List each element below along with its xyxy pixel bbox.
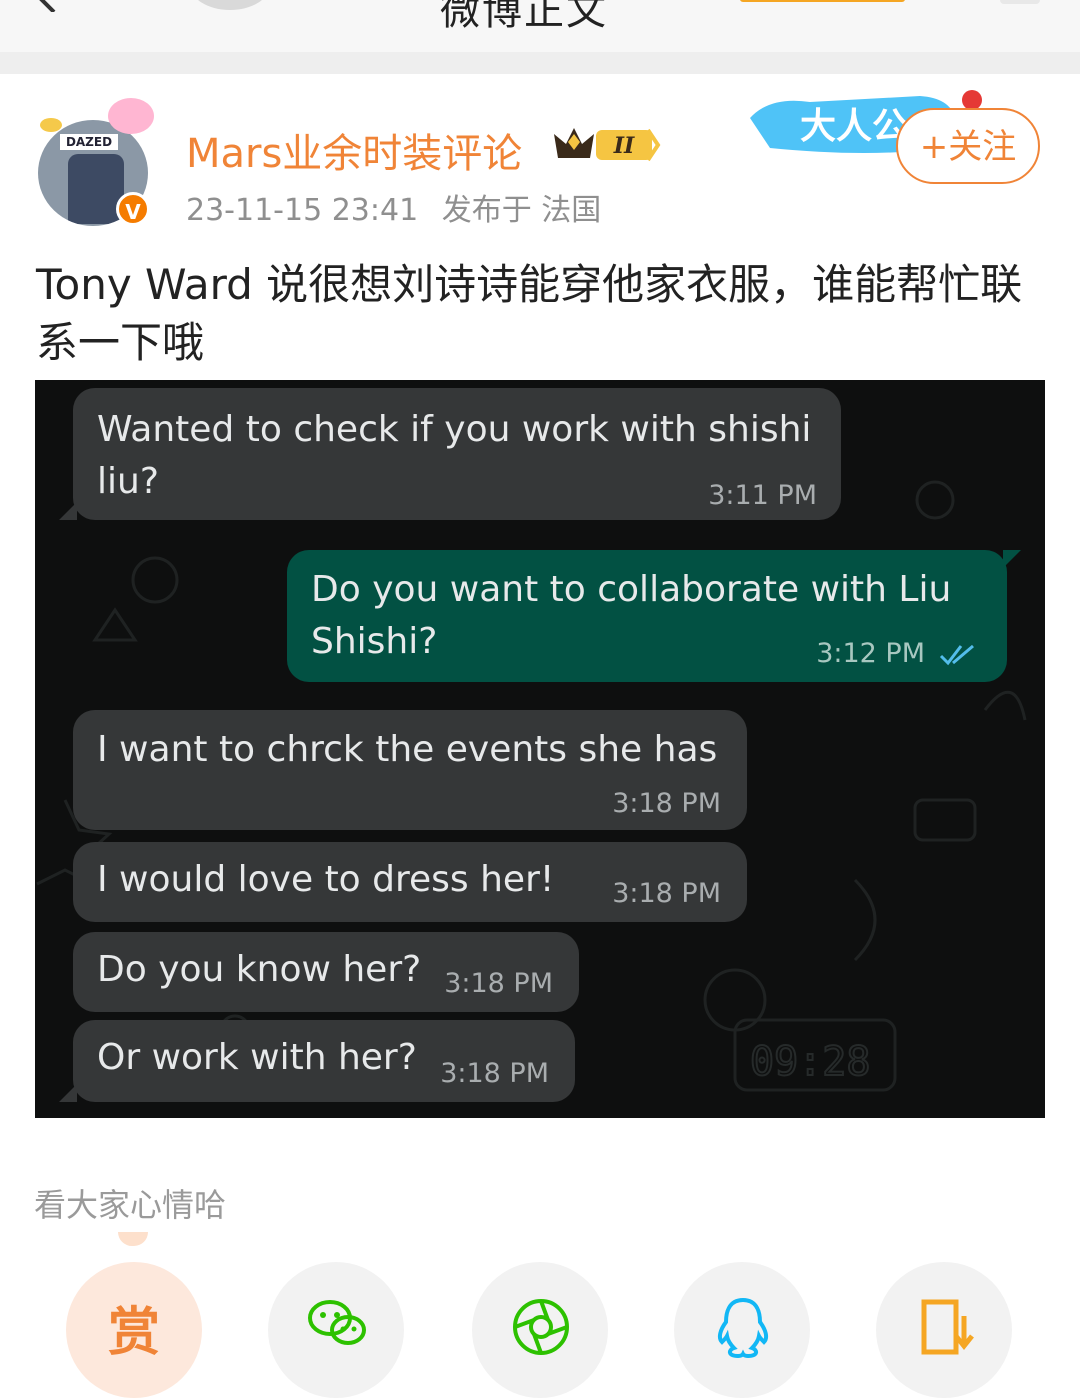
post-body-text: Tony Ward 说很想刘诗诗能穿他家衣服，谁能帮忙联系一下哦 <box>36 260 1023 367</box>
vip-crown-badge-icon[interactable]: II <box>552 124 662 164</box>
qq-icon <box>717 1297 769 1359</box>
more-options-icon[interactable] <box>1000 0 1040 4</box>
verified-badge-icon: V <box>116 192 150 226</box>
incoming-message[interactable]: Or work with her? 3:18 PM <box>59 1020 575 1102</box>
message-time: 3:18 PM <box>440 1058 549 1089</box>
message-time: 3:12 PM <box>816 638 925 669</box>
author-name[interactable]: Mars业余时装评论 <box>186 121 522 179</box>
double-check-read-icon <box>939 644 974 666</box>
header-accent-bar <box>740 0 905 2</box>
message-text: Wanted to check if you work with shishi … <box>97 409 812 502</box>
message-time: 3:11 PM <box>708 480 817 511</box>
post-meta: 23-11-15 23:41 发布于 法国 <box>186 185 615 229</box>
share-moments-button[interactable] <box>472 1262 608 1398</box>
message-time: 3:18 PM <box>612 788 721 819</box>
chat-screenshot: 09:28 Wanted to check if you work with s… <box>35 380 1045 1118</box>
share-qq-button[interactable] <box>674 1262 810 1398</box>
save-icon <box>921 1299 974 1355</box>
avatar-figure <box>68 154 124 224</box>
page-title: 微博正文 <box>440 0 608 34</box>
message-time: 3:18 PM <box>612 878 721 909</box>
mood-section-label: 看大家心情哈 <box>34 1186 227 1224</box>
message-text: Do you know her? <box>97 949 422 990</box>
outgoing-message[interactable]: Do you want to collaborate with Liu Shis… <box>287 550 1021 682</box>
avatar-pendant-icon <box>108 98 154 134</box>
wechat-icon <box>308 1300 366 1345</box>
wallpaper-clock-text: 09:28 <box>750 1039 870 1085</box>
share-bar: 赏 <box>0 1262 1080 1398</box>
share-save-button[interactable] <box>876 1262 1012 1398</box>
header-avatar[interactable] <box>190 0 270 10</box>
incoming-message[interactable]: I want to chrck the events she has 3:18 … <box>73 710 747 830</box>
reward-indicator <box>118 1232 148 1246</box>
incoming-message[interactable]: I would love to dress her! 3:18 PM <box>73 842 747 922</box>
banner-text: 大人公 <box>800 106 908 147</box>
moments-icon <box>513 1299 569 1355</box>
reward-icon: 赏 <box>107 1303 160 1363</box>
follow-button[interactable]: +关注 <box>896 108 1040 184</box>
message-text: Or work with her? <box>97 1037 417 1078</box>
message-text: I would love to dress her! <box>97 859 555 900</box>
top-navigation-bar: 微博正文 <box>0 0 1080 52</box>
reward-button[interactable]: 赏 <box>66 1262 202 1398</box>
back-arrow-icon[interactable] <box>24 0 64 12</box>
incoming-message[interactable]: Do you know her? 3:18 PM <box>73 932 579 1012</box>
section-divider <box>0 52 1080 74</box>
avatar-magazine-logo: DAZED <box>60 134 118 150</box>
vip-level-text: II <box>613 133 635 159</box>
post-timestamp: 23-11-15 23:41 <box>186 193 419 228</box>
message-text: I want to chrck the events she has <box>97 729 718 770</box>
share-wechat-button[interactable] <box>268 1262 404 1398</box>
post-location: 发布于 法国 <box>441 193 602 228</box>
message-time: 3:18 PM <box>444 968 553 999</box>
incoming-message[interactable]: Wanted to check if you work with shishi … <box>59 388 841 520</box>
